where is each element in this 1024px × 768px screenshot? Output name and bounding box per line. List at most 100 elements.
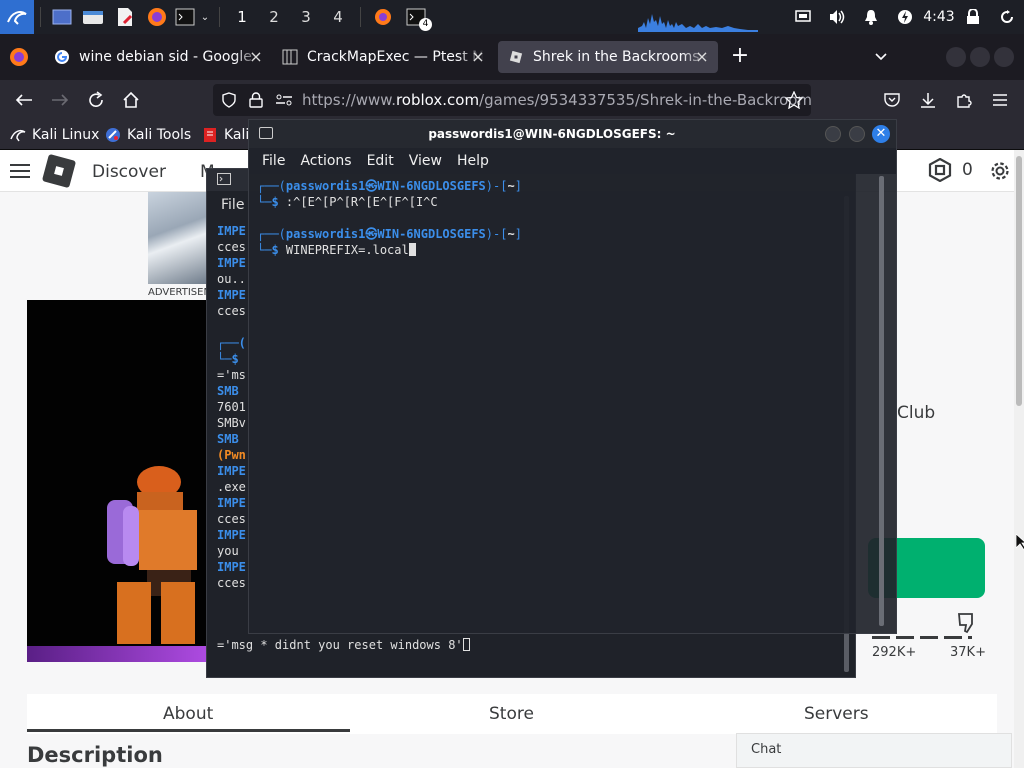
launcher-chevron-down-icon[interactable]: ⌄ [197, 0, 213, 34]
prompt-at-symbol: ㉿ [365, 227, 378, 241]
workspace-2[interactable]: 2 [258, 0, 290, 34]
terminal-window[interactable]: passwordis1@WIN-6NGDLOSGEFS: ~ ✕ File Ac… [248, 119, 897, 634]
reload-icon[interactable] [84, 88, 108, 112]
panel-separator [219, 7, 220, 27]
firefox-launcher-icon[interactable] [141, 0, 173, 34]
terminal-maximize-button[interactable] [849, 126, 865, 142]
chat-panel[interactable]: Chat [736, 733, 1012, 768]
settings-gear-icon[interactable] [988, 159, 1012, 183]
group-name-text[interactable]: Club [897, 403, 935, 423]
panel-separator [40, 7, 41, 27]
logout-icon[interactable] [990, 0, 1024, 34]
window-close-button[interactable] [994, 47, 1014, 67]
panel-separator [360, 7, 361, 27]
permissions-icon[interactable] [275, 93, 293, 107]
window-maximize-button[interactable] [970, 47, 990, 67]
terminal-output[interactable]: ┌──(passwordis1㉿WIN-6NGDLOSGEFS)-[~] └─$… [257, 178, 877, 258]
file-manager-icon[interactable] [77, 0, 109, 34]
url-text[interactable]: https://www.roblox.com/games/9534337535/… [302, 91, 811, 109]
tab-close-icon[interactable]: × [248, 49, 264, 65]
list-all-tabs-chevron-down-icon[interactable] [870, 46, 892, 68]
command-line[interactable]: └─$ WINEPREFIX=.local [257, 242, 877, 258]
new-tab-button[interactable]: + [728, 45, 752, 69]
thumbs-down-icon[interactable] [956, 610, 980, 634]
screen-icon[interactable] [786, 0, 820, 34]
robux-icon [928, 158, 952, 182]
terminal-window-count-badge: 4 [419, 18, 432, 31]
workspace-4[interactable]: 4 [322, 0, 354, 34]
game-thumbnail[interactable] [27, 300, 217, 662]
tab-crackmapexec[interactable]: CrackMapExec — Ptest M × [272, 41, 494, 73]
pocket-icon[interactable] [880, 88, 904, 112]
tab-servers[interactable]: Servers [804, 704, 869, 724]
workspace-3[interactable]: 3 [290, 0, 322, 34]
document-favicon-icon [282, 49, 298, 65]
tab-about[interactable]: About [163, 704, 213, 724]
kali-menu-icon[interactable] [0, 0, 34, 34]
terminal-minimize-button[interactable] [825, 126, 841, 142]
bookmark-kali-docs[interactable]: Kali [202, 125, 249, 145]
tab-wine-debian-sid[interactable]: wine debian sid - Google × [44, 41, 272, 73]
description-heading: Description [27, 743, 163, 767]
clock[interactable]: 4:43 [922, 0, 956, 34]
prompt-at-symbol: ㉿ [365, 179, 378, 193]
extensions-puzzle-icon[interactable] [952, 88, 976, 112]
network-monitor-graph [638, 14, 758, 32]
terminal-menubar: File Actions Edit View Help [249, 148, 896, 174]
url-bar[interactable]: https://www.roblox.com/games/9534337535/… [213, 84, 811, 116]
menu-file[interactable]: File [262, 153, 285, 169]
tab-close-icon[interactable]: × [470, 49, 486, 65]
page-scrollbar-thumb[interactable] [1016, 156, 1022, 406]
menu-help[interactable]: Help [457, 153, 489, 169]
bookmark-label: Kali Linux [32, 127, 100, 143]
google-favicon-icon [55, 50, 69, 64]
notifications-bell-icon[interactable] [854, 0, 888, 34]
background-terminal-menu-file[interactable]: File [221, 197, 244, 213]
home-icon[interactable] [119, 88, 143, 112]
chat-label: Chat [751, 742, 782, 757]
roblox-menu-icon[interactable] [10, 163, 30, 179]
command-text: :^[E^[P^[R^[E^[F^[I^C [285, 195, 438, 209]
robux-balance[interactable]: 0 [928, 158, 973, 182]
firefox-view-icon[interactable] [8, 46, 30, 68]
show-desktop-icon[interactable] [47, 0, 77, 34]
prompt-user: passwordis1 [285, 179, 366, 193]
nav-discover[interactable]: Discover [92, 162, 166, 182]
last-line-text: ='msg * didnt you reset windows 8' [217, 638, 463, 652]
bookmark-kali-tools[interactable]: Kali Tools [105, 125, 191, 145]
terminal-close-icon[interactable]: ✕ [872, 125, 890, 143]
terminal-titlebar[interactable]: passwordis1@WIN-6NGDLOSGEFS: ~ ✕ [249, 120, 896, 148]
menu-actions[interactable]: Actions [300, 153, 351, 169]
tab-shrek-in-the-backrooms[interactable]: Shrek in the Backrooms - × [498, 41, 718, 73]
roblox-logo-icon[interactable] [41, 153, 77, 189]
menu-view[interactable]: View [409, 153, 442, 169]
kali-dragon-icon [10, 129, 26, 142]
advertisement-image[interactable] [148, 192, 208, 284]
terminal-launcher-icon[interactable] [173, 0, 197, 34]
tab-store[interactable]: Store [489, 704, 534, 724]
active-tab-underline [27, 729, 350, 732]
volume-icon[interactable] [820, 0, 854, 34]
text-editor-icon[interactable] [109, 0, 141, 34]
url-domain: roblox.com [395, 91, 480, 109]
lock-icon[interactable] [249, 92, 263, 108]
power-manager-icon[interactable] [888, 0, 922, 34]
bookmark-kali-linux[interactable]: Kali Linux [10, 125, 99, 145]
terminal-scrollbar[interactable] [879, 176, 884, 626]
taskbar-terminal-icon[interactable]: 4 [399, 0, 433, 34]
bookmark-star-icon[interactable] [785, 91, 803, 109]
window-minimize-button[interactable] [946, 47, 966, 67]
command-input[interactable]: WINEPREFIX=.local [286, 243, 409, 257]
tracking-shield-icon[interactable] [221, 92, 237, 108]
lock-screen-icon[interactable] [956, 0, 990, 34]
workspace-1[interactable]: 1 [226, 0, 258, 34]
downloads-icon[interactable] [916, 88, 940, 112]
roblox-favicon-icon [509, 50, 523, 64]
hamburger-menu-icon[interactable] [988, 88, 1012, 112]
taskbar-firefox-icon[interactable] [367, 0, 399, 34]
menu-edit[interactable]: Edit [367, 153, 394, 169]
tab-close-icon[interactable]: × [694, 49, 710, 65]
forward-arrow-icon[interactable] [48, 88, 72, 112]
back-arrow-icon[interactable] [12, 88, 36, 112]
